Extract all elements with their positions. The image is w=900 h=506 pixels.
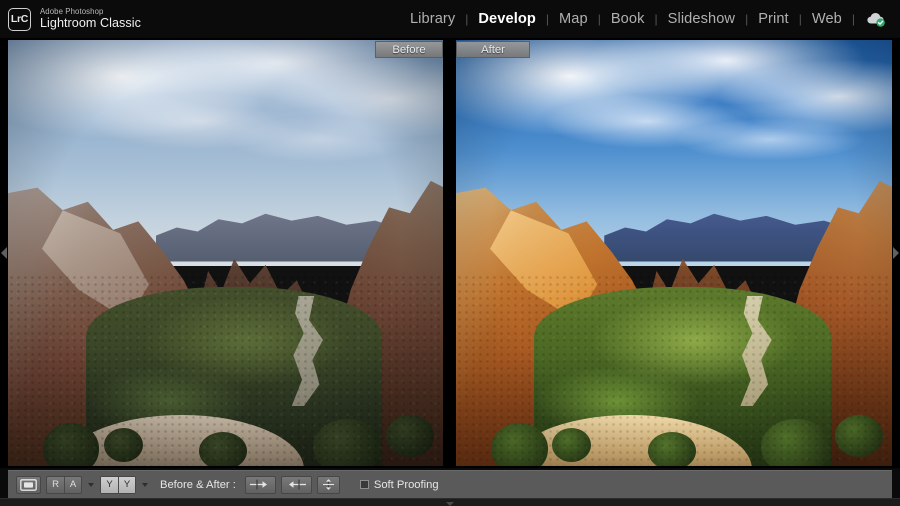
- top-bar: LrC Adobe Photoshop Lightroom Classic Li…: [0, 0, 900, 38]
- module-separator: |: [851, 12, 855, 26]
- after-label: After: [456, 41, 530, 58]
- module-slideshow[interactable]: Slideshow: [659, 11, 744, 27]
- loupe-view-icon[interactable]: [16, 475, 41, 494]
- foreground-shrub: [551, 427, 592, 462]
- before-label: Before: [375, 41, 443, 58]
- before-after-view-right[interactable]: Y: [118, 476, 135, 493]
- brand: LrC Adobe Photoshop Lightroom Classic: [0, 6, 141, 31]
- module-print[interactable]: Print: [749, 11, 798, 27]
- after-image-panel[interactable]: After: [456, 40, 892, 466]
- brand-text: Adobe Photoshop Lightroom Classic: [40, 6, 141, 31]
- module-library[interactable]: Library: [401, 11, 464, 27]
- image-viewer-area: Before After: [0, 38, 900, 468]
- module-develop[interactable]: Develop: [469, 11, 544, 27]
- filmstrip-bar: [0, 498, 900, 506]
- develop-toolbar: R A Y Y Before & After : Soft Proofing: [8, 470, 892, 498]
- before-after-view-button[interactable]: Y Y: [100, 475, 136, 494]
- module-book[interactable]: Book: [602, 11, 654, 27]
- after-photo: [456, 40, 892, 466]
- reference-view-a[interactable]: A: [64, 476, 81, 493]
- foreground-shrub: [103, 427, 143, 462]
- brand-subtitle: Adobe Photoshop: [40, 6, 104, 16]
- foreground-shrub: [647, 431, 696, 466]
- swap-before-and-after-settings-button[interactable]: [316, 475, 340, 494]
- module-picker: Library | Develop | Map | Book | Slidesh…: [401, 0, 888, 38]
- before-photo: [8, 40, 443, 466]
- before-after-label: Before & After :: [160, 478, 236, 491]
- foreground-shrub: [312, 419, 383, 466]
- reference-view-button[interactable]: R A: [46, 475, 82, 494]
- cloud-check-icon[interactable]: [864, 9, 888, 29]
- lightroom-window: LrC Adobe Photoshop Lightroom Classic Li…: [0, 0, 900, 506]
- chevron-left-icon[interactable]: [1, 247, 7, 259]
- brand-title: Lightroom Classic: [40, 15, 141, 30]
- foreground-shrub: [490, 423, 548, 466]
- foreground-shrub: [42, 423, 100, 466]
- module-map[interactable]: Map: [550, 11, 597, 27]
- copy-after-settings-to-before-button[interactable]: [280, 475, 312, 494]
- chevron-right-icon[interactable]: [893, 247, 899, 259]
- before-image-panel[interactable]: Before: [8, 40, 443, 466]
- module-web[interactable]: Web: [803, 11, 851, 27]
- chevron-down-icon[interactable]: [88, 482, 94, 487]
- foreground-shrub: [761, 419, 831, 466]
- before-after-view-left[interactable]: Y: [101, 476, 118, 493]
- lightroom-logo-icon: LrC: [8, 7, 31, 31]
- soft-proofing-label[interactable]: Soft Proofing: [374, 479, 439, 491]
- copy-before-settings-to-after-button[interactable]: [244, 475, 276, 494]
- chevron-down-icon[interactable]: [142, 482, 148, 487]
- chevron-down-icon[interactable]: [446, 502, 454, 506]
- soft-proofing-checkbox[interactable]: [359, 480, 369, 489]
- reference-view-r[interactable]: R: [47, 477, 64, 493]
- foreground-shrub: [199, 431, 248, 466]
